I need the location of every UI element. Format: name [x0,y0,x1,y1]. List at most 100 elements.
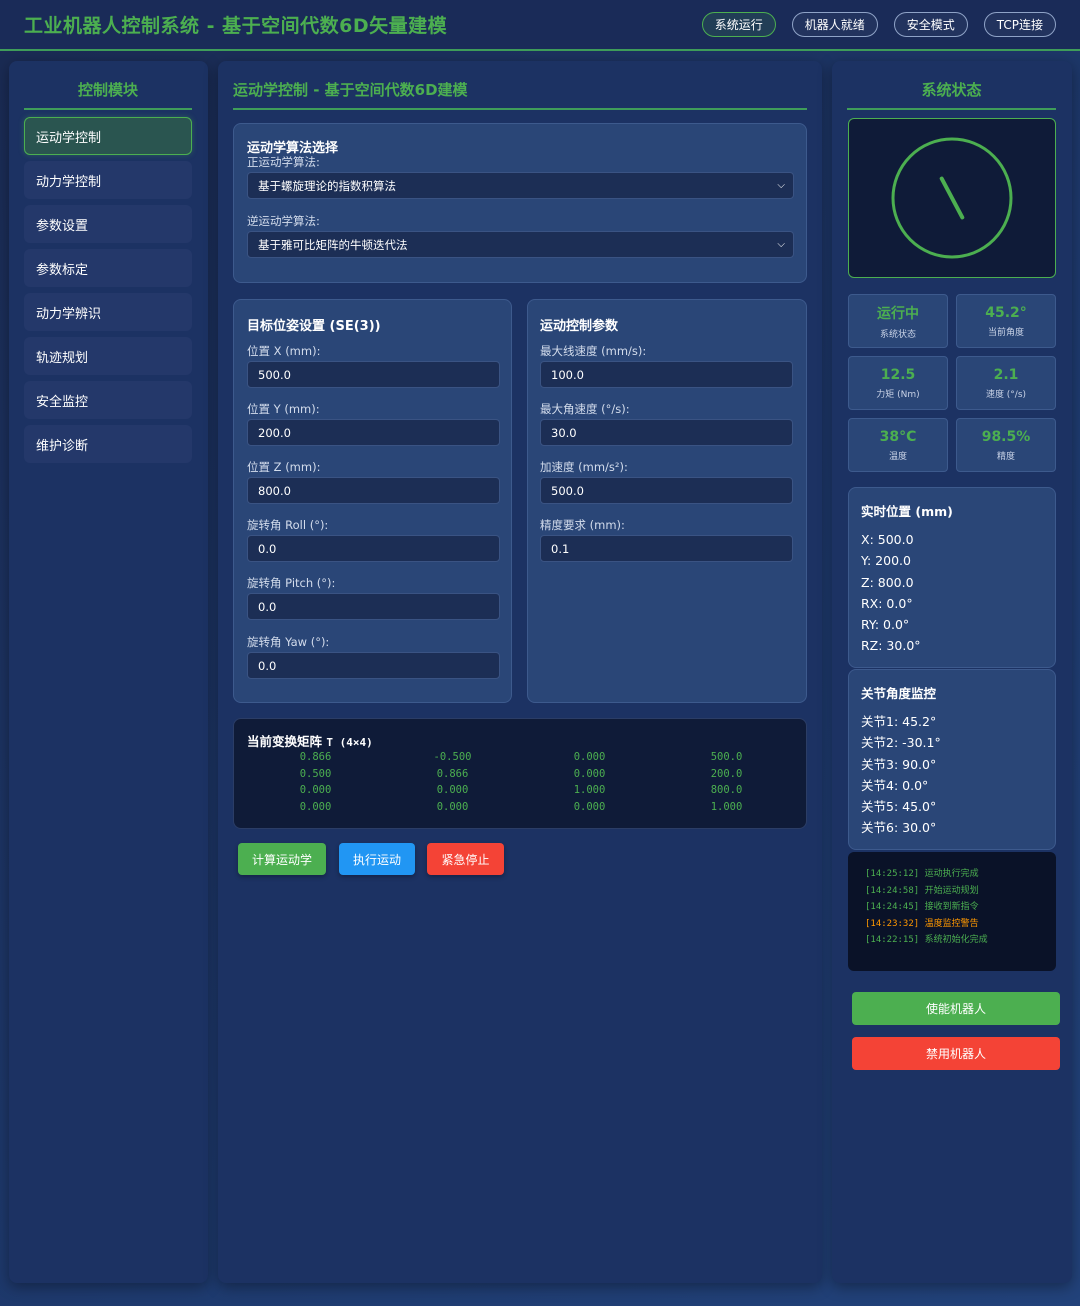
matrix-cell: 200.0 [710,767,743,780]
app-title: 工业机器人控制系统 - 基于空间代数6D矢量建模 [24,15,448,37]
stat-value: 98.5% [981,428,1031,445]
sidebar-item-kinematics[interactable]: 运动学控制 [24,117,192,155]
stat-label: 速度 (°/s) [985,389,1027,400]
position-line: X: 500.0 [861,532,914,547]
pose-yaw-input[interactable]: 0.0 [247,652,500,679]
sidebar-item-identification[interactable]: 动力学辨识 [24,293,192,331]
stat-value: 运行中 [877,305,919,322]
position-title: 实时位置 (mm) [861,504,953,519]
max-linear-speed-label: 最大线速度 (mm/s): [540,344,647,358]
joint-line: 关节5: 45.0° [861,799,937,815]
stat-label: 精度 [996,451,1015,462]
pose-x-input[interactable]: 500.0 [247,361,500,388]
event-log: [14:25:12] 运动执行完成 [14:24:58] 开始运动规划 [14:… [848,852,1056,971]
stat-torque: 12.5 力矩 (Nm) [848,356,948,410]
sidebar: 控制模块 运动学控制 动力学控制 参数设置 参数标定 动力学辨识 轨迹规划 安全… [9,61,208,1283]
pose-roll-input[interactable]: 0.0 [247,535,500,562]
pill-tcp-connection[interactable]: TCP连接 [983,12,1056,37]
log-line: [14:24:58] 开始运动规划 [865,883,1056,900]
sidebar-item-maintenance[interactable]: 维护诊断 [24,425,192,463]
inverse-algo-label: 逆运动学算法: [247,214,320,228]
motion-title: 运动控制参数 [540,319,619,334]
realtime-position-card: 实时位置 (mm) X: 500.0 Y: 200.0 Z: 800.0 RX:… [848,487,1056,668]
log-time: [14:25:12] [865,869,920,879]
sidebar-item-safety[interactable]: 安全监控 [24,381,192,419]
stat-value: 45.2° [985,304,1027,321]
pose-x-label: 位置 X (mm): [247,344,321,358]
matrix-cell: 0.866 [299,751,332,763]
matrix-cell: 0.000 [436,800,469,813]
matrix-cell: 0.000 [573,800,606,813]
pose-z-input[interactable]: 800.0 [247,477,500,504]
gauge-needle [939,176,965,220]
position-line: Z: 800.0 [861,574,914,590]
pose-pitch-input[interactable]: 0.0 [247,593,500,620]
pill-system-running[interactable]: 系统运行 [701,12,776,37]
matrix-cell: 0.000 [299,784,332,796]
log-line-warning: [14:23:32] 温度监控警告 [865,916,1056,933]
sidebar-item-trajectory[interactable]: 轨迹规划 [24,337,192,375]
precision-input[interactable]: 0.1 [540,535,793,562]
stat-label: 温度 [888,451,907,462]
stat-temperature: 38°C 温度 [848,418,948,472]
log-time: [14:23:32] [865,918,920,929]
main-panel: 运动学控制 - 基于空间代数6D建模 运动学算法选择 正运动学算法: 基于螺旋理… [218,61,822,1283]
forward-algo-label: 正运动学算法: [247,155,320,169]
inverse-algo-value: 基于雅可比矩阵的牛顿迭代法 [258,237,408,252]
matrix-cell: 0.000 [299,800,332,813]
position-line: RX: 0.0° [861,595,913,611]
stat-value: 12.5 [880,366,916,383]
matrix-cell: 0.000 [573,767,606,780]
max-linear-speed-input[interactable]: 100.0 [540,361,793,388]
stat-label: 系统状态 [879,329,916,340]
disable-robot-button[interactable]: 禁用机器人 [852,1037,1060,1070]
stat-value: 38°C [879,428,917,445]
pose-y-label: 位置 Y (mm): [247,402,320,416]
matrix-cell: 0.866 [436,767,469,780]
acceleration-label: 加速度 (mm/s²): [540,460,628,474]
sidebar-nav: 运动学控制 动力学控制 参数设置 参数标定 动力学辨识 轨迹规划 安全监控 维护… [24,117,192,469]
stat-value: 2.1 [993,366,1019,383]
pose-z-label: 位置 Z (mm): [247,460,321,474]
max-angular-speed-label: 最大角速度 (°/s): [540,402,630,416]
precision-label: 精度要求 (mm): [540,518,625,532]
sidebar-item-calibration[interactable]: 参数标定 [24,249,192,287]
algorithm-card: 运动学算法选择 正运动学算法: 基于螺旋理论的指数积算法 ⌵ 逆运动学算法: 基… [233,123,807,283]
joint-line: 关节3: 90.0° [861,756,937,772]
sidebar-item-parameters[interactable]: 参数设置 [24,205,192,243]
matrix-cell: 0.000 [573,751,606,763]
compute-kinematics-button[interactable]: 计算运动学 [238,843,326,875]
acceleration-input[interactable]: 500.0 [540,477,793,504]
joint-monitor-card: 关节角度监控 关节1: 45.2° 关节2: -30.1° 关节3: 90.0°… [848,669,1056,850]
chevron-down-icon: ⌵ [777,239,785,250]
status-pills: 系统运行 机器人就绪 安全模式 TCP连接 [701,12,1056,37]
status-title: 系统状态 [847,79,1056,110]
matrix-cell: 0.000 [436,784,469,796]
emergency-stop-button[interactable]: 紧急停止 [427,843,504,875]
log-time: [14:24:58] [865,885,920,896]
joint-line: 关节4: 0.0° [861,777,929,793]
matrix-symbol: T (4×4) [326,736,373,749]
matrix-cell: 1.000 [710,800,743,813]
matrix-cell: 1.000 [573,784,606,796]
max-angular-speed-input[interactable]: 30.0 [540,419,793,446]
pill-safety-mode[interactable]: 安全模式 [893,12,968,37]
log-time: [14:22:15] [865,935,920,945]
pose-y-input[interactable]: 200.0 [247,419,500,446]
forward-algo-select[interactable]: 基于螺旋理论的指数积算法 ⌵ [247,172,794,199]
log-message: 运动执行完成 [924,869,979,879]
pill-robot-ready[interactable]: 机器人就绪 [791,12,878,37]
motion-card: 运动控制参数 最大线速度 (mm/s): 100.0 最大角速度 (°/s): … [527,299,807,703]
sidebar-item-dynamics[interactable]: 动力学控制 [24,161,192,199]
log-time: [14:24:45] [865,902,920,912]
pose-pitch-label: 旋转角 Pitch (°): [247,576,336,590]
joint-line: 关节2: -30.1° [861,735,941,751]
page-title: 运动学控制 - 基于空间代数6D建模 [233,79,807,110]
inverse-algo-select[interactable]: 基于雅可比矩阵的牛顿迭代法 ⌵ [247,231,794,258]
stat-speed: 2.1 速度 (°/s) [956,356,1056,410]
enable-robot-button[interactable]: 使能机器人 [852,992,1060,1025]
execute-motion-button[interactable]: 执行运动 [339,843,415,875]
stat-current-angle: 45.2° 当前角度 [956,294,1056,348]
transform-matrix-card: 当前变换矩阵 T (4×4) 0.866 -0.500 0.000 500.0 … [233,718,807,829]
pose-title: 目标位姿设置 (SE(3)) [247,319,381,334]
